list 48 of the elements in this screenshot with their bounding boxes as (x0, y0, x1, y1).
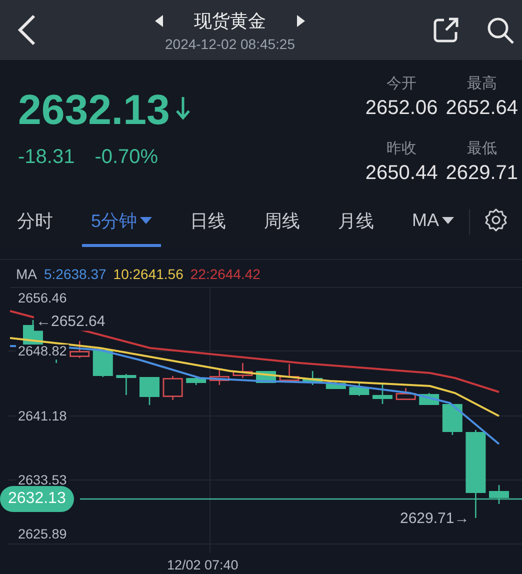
window-title: 现货黄金 (194, 10, 266, 32)
share-icon[interactable] (432, 16, 460, 44)
timestamp: 2024-12-02 08:45:25 (165, 36, 295, 52)
settings-icon[interactable] (484, 208, 508, 232)
stat-value: 2652.64 (446, 97, 518, 120)
tab[interactable]: MA (403, 197, 464, 247)
stat-value: 2650.44 (365, 162, 438, 184)
legend-value: 22:2644.42 (190, 266, 260, 282)
stat-label: 昨收 (386, 138, 417, 158)
candlestick (140, 377, 160, 405)
candlestick (372, 384, 392, 404)
candlestick (186, 376, 206, 385)
tab[interactable]: 日线 (181, 197, 236, 247)
legend-value: 5:2638.37 (44, 266, 106, 282)
percent-change: -0.70% (94, 146, 158, 169)
current-price-tag: 2632.13 (0, 486, 74, 512)
candlestick (162, 376, 183, 400)
candlestick (92, 350, 113, 377)
axis-label: 2648.82 (16, 344, 69, 360)
candlestick (489, 485, 509, 504)
tab[interactable]: 5分钟 (82, 197, 162, 247)
legend-label: MA (16, 266, 37, 282)
next-icon[interactable] (296, 14, 306, 26)
tab[interactable]: 周线 (255, 197, 310, 247)
stat-label: 最高 (466, 74, 497, 93)
candlestick (349, 383, 370, 396)
previous-icon[interactable] (154, 14, 164, 26)
candlestick (232, 363, 253, 378)
axis-label: 12/02 07:40 (165, 558, 240, 572)
tab[interactable]: 月线 (329, 197, 384, 247)
candlestick (279, 364, 300, 381)
candlestick (70, 341, 90, 358)
legend-value: 10:2641.56 (113, 266, 184, 282)
high-marker: ←2652.64 (34, 314, 108, 330)
current-price: 2632.13 (18, 86, 170, 134)
tab[interactable]: 分时 (8, 197, 62, 247)
candlestick (116, 374, 136, 395)
candlestick (442, 404, 462, 435)
stat-value: 2652.06 (365, 97, 438, 120)
candlestick (302, 371, 323, 385)
search-icon[interactable] (486, 16, 514, 44)
stat-label: 最低 (466, 138, 497, 158)
price-change: -18.31 (18, 146, 75, 169)
candlestick (396, 388, 416, 400)
candlestick (209, 369, 230, 385)
back-icon[interactable] (16, 14, 38, 46)
stat-value: 2629.71 (446, 162, 518, 184)
stat-label: 今开 (386, 74, 417, 93)
